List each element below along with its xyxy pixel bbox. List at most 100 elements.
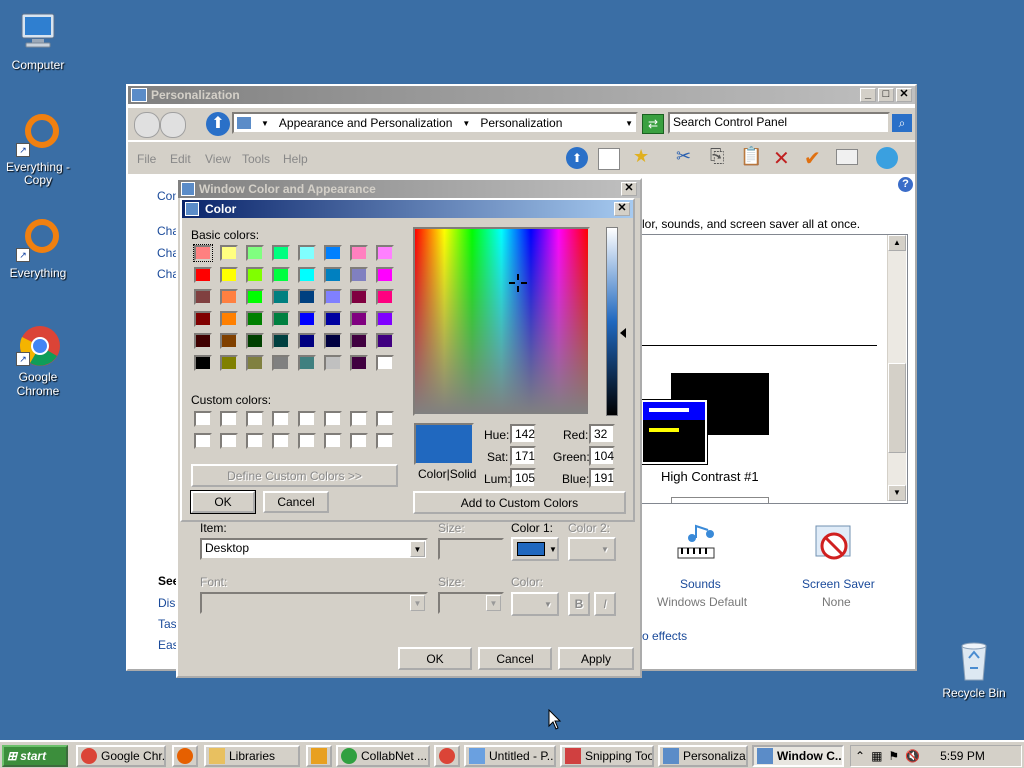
basic-color-swatch[interactable] [324,333,342,349]
custom-color-swatch[interactable] [298,411,316,427]
basic-color-swatch[interactable] [376,245,394,261]
breadcrumb-appearance[interactable]: Appearance and Personalization [279,116,452,130]
effects-link[interactable]: o effects [642,629,687,643]
favorites-icon[interactable]: ★ [633,146,649,167]
custom-color-swatch[interactable] [376,433,394,449]
desktop-icon-everything-copy[interactable]: ↗ Everything - Copy [0,113,76,187]
custom-color-swatch[interactable] [298,433,316,449]
search-icon[interactable]: ⌕ [892,114,912,132]
basic-color-swatch[interactable] [324,289,342,305]
basic-color-swatch[interactable] [272,355,290,371]
custom-color-swatch[interactable] [324,433,342,449]
basic-color-swatch[interactable] [376,333,394,349]
maximize-button[interactable]: □ [878,88,894,102]
desktop-icon-everything[interactable]: ↗ Everything [0,218,76,280]
lum-input[interactable]: 105 [510,468,536,488]
flag-icon[interactable]: ⚑ [888,749,899,763]
taskbar-personalization[interactable]: Personaliza... [658,745,748,767]
basic-color-swatch[interactable] [220,311,238,327]
desktop-icon-recycle-bin[interactable]: Recycle Bin [936,638,1012,700]
sounds-icon[interactable] [674,524,722,568]
address-dropdown-icon[interactable]: ▼ [625,119,633,128]
theme-list-scrollbar[interactable]: ▲ ▼ [887,235,906,501]
custom-color-swatch[interactable] [272,411,290,427]
sounds-link[interactable]: Sounds [680,577,721,591]
basic-color-swatch[interactable] [376,355,394,371]
luminance-pointer-icon[interactable] [620,328,626,338]
basic-color-swatch[interactable] [376,289,394,305]
basic-color-swatch[interactable] [220,289,238,305]
wca-ok-button[interactable]: OK [398,647,472,670]
wca-titlebar[interactable]: Window Color and Appearance ✕ [178,180,640,198]
basic-color-swatch[interactable] [272,311,290,327]
custom-color-swatch[interactable] [246,411,264,427]
basic-color-swatch[interactable] [350,311,368,327]
basic-color-swatch[interactable] [272,267,290,283]
close-button[interactable]: ✕ [896,88,912,102]
basic-color-swatch[interactable] [194,289,212,305]
basic-color-swatch[interactable] [298,355,316,371]
basic-color-swatch[interactable] [194,333,212,349]
add-to-custom-colors-button[interactable]: Add to Custom Colors [413,491,626,514]
basic-color-swatch[interactable] [220,267,238,283]
basic-color-swatch[interactable] [220,333,238,349]
checkmark-icon[interactable]: ✔ [804,146,821,171]
start-button[interactable]: ⊞ start [2,745,68,767]
basic-color-swatch[interactable] [194,267,212,283]
basic-color-swatch[interactable] [246,267,264,283]
basic-color-swatch[interactable] [324,355,342,371]
menu-view[interactable]: View [205,152,231,166]
personalization-titlebar[interactable]: Personalization _ □ ✕ [128,86,915,104]
custom-color-swatch[interactable] [350,433,368,449]
menu-file[interactable]: File [137,152,156,166]
cut-icon[interactable]: ✂ [676,146,691,167]
custom-color-swatch[interactable] [246,433,264,449]
basic-color-swatch[interactable] [298,333,316,349]
basic-color-swatch[interactable] [298,311,316,327]
basic-color-swatch[interactable] [246,355,264,371]
wca-apply-button[interactable]: Apply [558,647,634,670]
basic-color-swatch[interactable] [376,311,394,327]
luminance-slider[interactable] [606,227,618,416]
address-bar[interactable]: ▼ Appearance and Personalization ▼ Perso… [232,112,638,134]
basic-color-swatch[interactable] [272,333,290,349]
help-icon[interactable]: ? [898,177,913,192]
custom-color-swatch[interactable] [220,433,238,449]
color-cancel-button[interactable]: Cancel [263,491,329,513]
basic-color-swatch[interactable] [246,333,264,349]
screen-saver-icon[interactable] [812,524,856,568]
basic-color-swatch[interactable] [220,245,238,261]
taskbar-firefox[interactable] [172,745,198,767]
panel-icon[interactable] [598,148,620,170]
breadcrumb-personalization[interactable]: Personalization [480,116,562,130]
menu-edit[interactable]: Edit [170,152,191,166]
custom-color-swatch[interactable] [194,411,212,427]
forward-button[interactable] [160,112,186,138]
taskbar-chrome[interactable]: Google Chr... [76,745,166,767]
up-arrow-icon[interactable]: ⬆ [566,147,588,169]
basic-color-swatch[interactable] [350,267,368,283]
basic-color-swatch[interactable] [298,245,316,261]
color-spectrum[interactable] [413,227,590,416]
basic-color-swatch[interactable] [350,333,368,349]
custom-color-swatch[interactable] [272,433,290,449]
desktop-icon-google-chrome[interactable]: ↗ Google Chrome [0,322,76,398]
back-button[interactable] [134,112,160,138]
network-icon[interactable]: ▦ [871,749,882,763]
chevron-up-icon[interactable]: ⌃ [855,749,865,763]
basic-color-swatch[interactable] [194,355,212,371]
wca-cancel-button[interactable]: Cancel [478,647,552,670]
minimize-button[interactable]: _ [860,88,876,102]
globe-icon[interactable] [876,147,898,169]
taskbar-paint[interactable]: Untitled - P... [464,745,556,767]
color-ok-button[interactable]: OK [190,490,256,514]
basic-color-swatch[interactable] [376,267,394,283]
sat-input[interactable]: 171 [510,446,536,466]
basic-color-swatch[interactable] [246,245,264,261]
hue-input[interactable]: 142 [510,424,536,444]
basic-color-swatch[interactable] [272,289,290,305]
up-arrow-icon[interactable]: ⬆ [206,112,230,136]
basic-color-swatch[interactable] [350,355,368,371]
menu-tools[interactable]: Tools [242,152,270,166]
copy-icon[interactable]: ⎘ [710,146,724,167]
